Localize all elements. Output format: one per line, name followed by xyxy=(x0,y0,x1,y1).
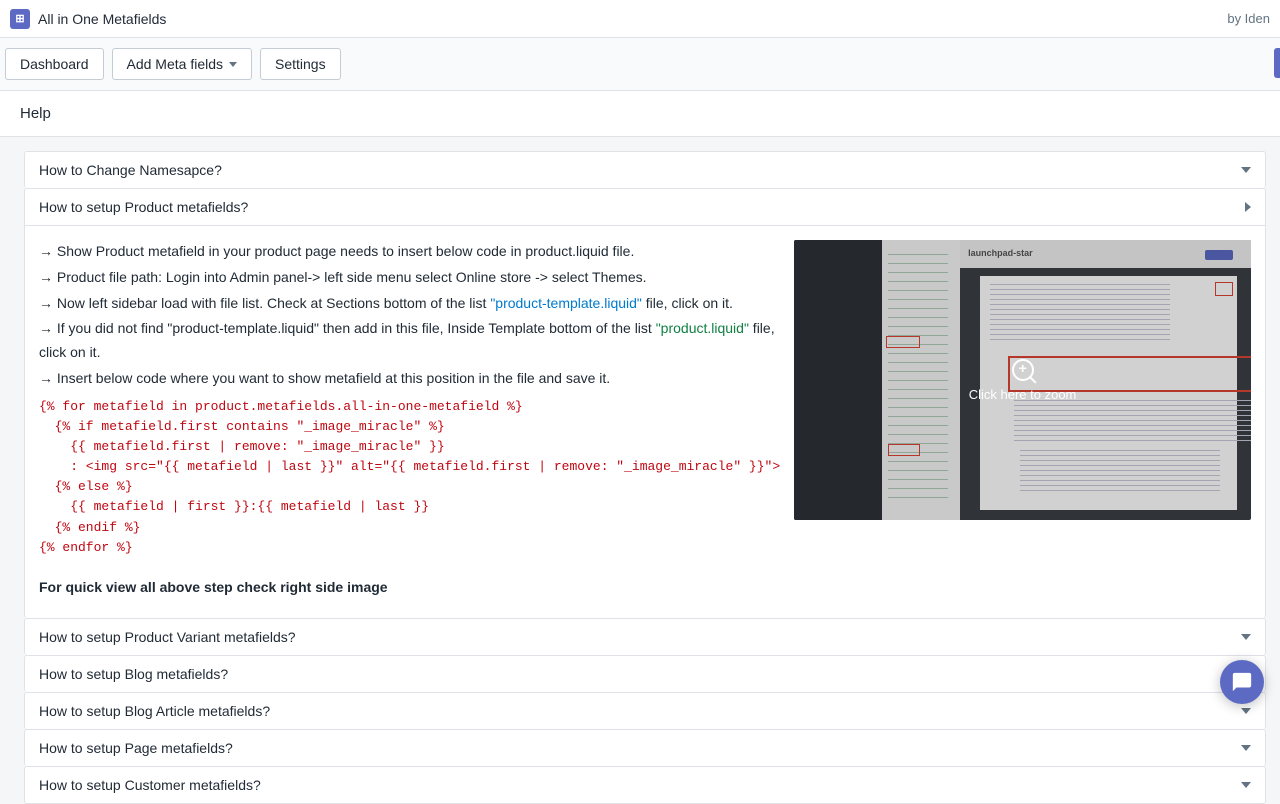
accordion-header-page[interactable]: How to setup Page metafields? xyxy=(25,730,1265,766)
settings-button[interactable]: Settings xyxy=(260,48,341,80)
step-2: Product file path: Login into Admin pane… xyxy=(39,266,780,290)
preview-image[interactable]: launchpad-star Click here to zoom xyxy=(794,240,1251,520)
dashboard-button[interactable]: Dashboard xyxy=(5,48,104,80)
link-product-liquid[interactable]: "product.liquid" xyxy=(656,320,749,336)
accordion-item-blog: How to setup Blog metafields? xyxy=(24,655,1266,692)
blue-edge-button[interactable] xyxy=(1274,48,1280,78)
add-meta-label: Add Meta fields xyxy=(127,56,224,72)
toolbar: Dashboard Add Meta fields Settings xyxy=(0,38,1280,91)
chevron-down-icon xyxy=(1241,745,1251,751)
accordion-header-variant[interactable]: How to setup Product Variant metafields? xyxy=(25,619,1265,655)
code-block: {% for metafield in product.metafields.a… xyxy=(39,397,780,558)
accordion-title: How to setup Blog metafields? xyxy=(39,666,228,682)
accordion-title: How to setup Product metafields? xyxy=(39,199,248,215)
accordion-header-product[interactable]: How to setup Product metafields? xyxy=(25,189,1265,225)
zoom-icon xyxy=(1012,359,1034,381)
accordion-item-page: How to setup Page metafields? xyxy=(24,729,1266,766)
accordion-header-article[interactable]: How to setup Blog Article metafields? xyxy=(25,693,1265,729)
accordion-text: Show Product metafield in your product p… xyxy=(39,240,780,600)
footer-note: For quick view all above step check righ… xyxy=(39,576,780,600)
caret-down-icon xyxy=(229,62,237,67)
preview-overlay: Click here to zoom xyxy=(794,240,1251,520)
accordion-header-customer[interactable]: How to setup Customer metafields? xyxy=(25,767,1265,803)
chevron-down-icon xyxy=(1241,634,1251,640)
step-4a: If you did not find "product-template.li… xyxy=(39,320,656,336)
step-3a: Now left sidebar load with file list. Ch… xyxy=(39,295,490,311)
add-meta-fields-button[interactable]: Add Meta fields xyxy=(112,48,253,80)
accordion-title: How to Change Namesapce? xyxy=(39,162,222,178)
chat-icon xyxy=(1231,671,1253,693)
chevron-right-icon xyxy=(1245,202,1251,212)
topbar: ⊞ All in One Metafields by Iden xyxy=(0,0,1280,38)
step-3b: file, click on it. xyxy=(642,295,733,311)
chevron-down-icon xyxy=(1241,708,1251,714)
accordion-body-product: Show Product metafield in your product p… xyxy=(25,225,1265,618)
step-1: Show Product metafield in your product p… xyxy=(39,240,780,264)
accordion-item-product: How to setup Product metafields? Show Pr… xyxy=(24,188,1266,618)
accordion-title: How to setup Product Variant metafields? xyxy=(39,629,296,645)
app-title: All in One Metafields xyxy=(38,11,1227,27)
help-heading: Help xyxy=(0,91,1280,137)
step-4: If you did not find "product-template.li… xyxy=(39,317,780,365)
accordion-header-namespace[interactable]: How to Change Namesapce? xyxy=(25,152,1265,188)
help-accordion: How to Change Namesapce? How to setup Pr… xyxy=(24,151,1266,804)
accordion-item-namespace: How to Change Namesapce? xyxy=(24,151,1266,188)
step-5: Insert below code where you want to show… xyxy=(39,367,780,391)
accordion-header-blog[interactable]: How to setup Blog metafields? xyxy=(25,656,1265,692)
by-author: by Iden xyxy=(1227,11,1270,26)
chat-widget-button[interactable] xyxy=(1220,660,1264,704)
accordion-item-variant: How to setup Product Variant metafields? xyxy=(24,618,1266,655)
chevron-down-icon xyxy=(1241,782,1251,788)
app-logo-icon: ⊞ xyxy=(10,9,30,29)
accordion-title: How to setup Blog Article metafields? xyxy=(39,703,270,719)
zoom-label: Click here to zoom xyxy=(969,387,1077,402)
link-product-template[interactable]: "product-template.liquid" xyxy=(490,295,642,311)
accordion-item-article: How to setup Blog Article metafields? xyxy=(24,692,1266,729)
accordion-item-customer: How to setup Customer metafields? xyxy=(24,766,1266,804)
accordion-title: How to setup Page metafields? xyxy=(39,740,233,756)
accordion-title: How to setup Customer metafields? xyxy=(39,777,261,793)
chevron-down-icon xyxy=(1241,167,1251,173)
step-3: Now left sidebar load with file list. Ch… xyxy=(39,292,780,316)
